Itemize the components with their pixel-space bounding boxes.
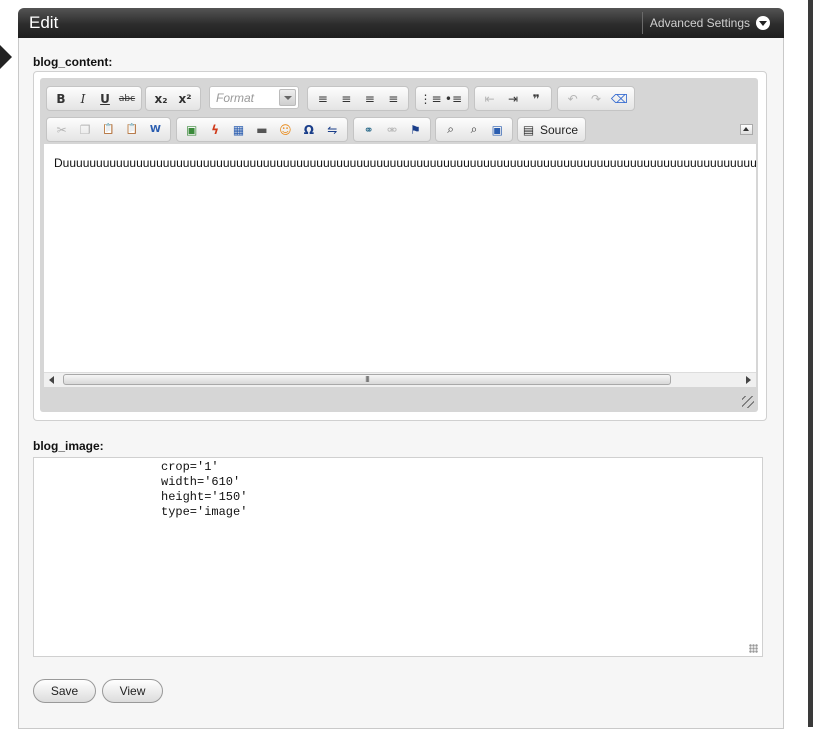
find-button[interactable]: ⌕	[439, 119, 462, 140]
link-button[interactable]: ⚭	[357, 119, 380, 140]
special-char-button[interactable]: Ω	[297, 119, 320, 140]
editor-content-text: Duuuuuuuuuuuuuuuuuuuuuuuuuuuuuuuuuuuuuuu…	[54, 156, 756, 170]
anchor-button[interactable]: ⚑	[404, 119, 427, 140]
advanced-settings-label: Advanced Settings	[649, 16, 750, 30]
paste-text-button[interactable]: 📋	[120, 119, 143, 140]
justify-button[interactable]: ≡	[382, 88, 406, 109]
select-all-button[interactable]: ▣	[486, 119, 509, 140]
align-left-button[interactable]: ≡	[311, 88, 335, 109]
toolbar-group-blocks: ⇤ ⇥ ❞	[474, 86, 552, 111]
paste-word-button[interactable]: W	[144, 119, 167, 140]
bullet-list-button[interactable]: •≡	[442, 88, 465, 109]
italic-button[interactable]: I	[72, 88, 94, 109]
save-button[interactable]: Save	[33, 679, 96, 703]
toolbar-group-basic-styles: B I U abc	[46, 86, 142, 111]
textarea-resize-handle[interactable]	[749, 644, 758, 653]
blog-image-label: blog_image:	[33, 439, 104, 453]
blog-content-label: blog_content:	[33, 55, 113, 69]
numbered-list-button[interactable]: ⋮≡	[419, 88, 442, 109]
toolbar-group-undo: ↶ ↷ ⌫	[557, 86, 635, 111]
redo-button[interactable]: ↷	[584, 88, 607, 109]
toolbar-group-insert: ▣ ϟ ▦ ▬ ☺ Ω ⇋	[176, 117, 348, 142]
chevron-down-icon[interactable]	[279, 89, 296, 106]
align-right-button[interactable]: ≡	[358, 88, 382, 109]
chevron-down-icon	[756, 16, 770, 30]
scrollbar-thumb[interactable]: III	[63, 374, 671, 385]
panel-header: Edit Advanced Settings	[18, 8, 784, 38]
selection-pointer-arrow-icon	[0, 45, 12, 69]
collapse-toolbar-button[interactable]	[740, 124, 753, 135]
indent-button[interactable]: ⇥	[501, 88, 524, 109]
superscript-button[interactable]: x²	[173, 88, 197, 109]
align-center-button[interactable]: ≡	[335, 88, 359, 109]
blog-image-textarea[interactable]: crop='1' width='610' height='150' type='…	[33, 457, 763, 657]
rich-text-editor: B I U abc x₂ x² Format ≡ ≡ ≡ ≡ ⋮≡ •≡ ⇤ ⇥…	[33, 71, 767, 421]
remove-format-button[interactable]: ⌫	[608, 88, 631, 109]
blockquote-button[interactable]: ❞	[525, 88, 548, 109]
horizontal-rule-button[interactable]: ▬	[250, 119, 273, 140]
toolbar-group-clipboard: ✂ ❐ 📋 📋 W	[46, 117, 171, 142]
copy-button[interactable]: ❐	[73, 119, 96, 140]
strikethrough-button[interactable]: abc	[116, 88, 138, 109]
unlink-button[interactable]: ⚮	[380, 119, 403, 140]
document-icon: ▤	[522, 122, 535, 137]
toolbar-group-alignment: ≡ ≡ ≡ ≡	[307, 86, 409, 111]
replace-button[interactable]: ⌕	[462, 119, 485, 140]
paste-button[interactable]: 📋	[97, 119, 120, 140]
outdent-button[interactable]: ⇤	[478, 88, 501, 109]
view-button[interactable]: View	[102, 679, 163, 703]
toolbar-group-links: ⚭ ⚮ ⚑	[353, 117, 431, 142]
format-placeholder: Format	[216, 91, 255, 105]
cut-button[interactable]: ✂	[50, 119, 73, 140]
header-divider	[642, 12, 643, 34]
table-button[interactable]: ▦	[227, 119, 250, 140]
editor-content-area[interactable]: Duuuuuuuuuuuuuuuuuuuuuuuuuuuuuuuuuuuuuuu…	[44, 144, 756, 372]
page-break-button[interactable]: ⇋	[321, 119, 344, 140]
editor-resize-handle[interactable]	[742, 396, 754, 408]
panel-title: Edit	[29, 13, 59, 32]
blog-image-value: crop='1' width='610' height='150' type='…	[161, 460, 248, 519]
editor-chrome: B I U abc x₂ x² Format ≡ ≡ ≡ ≡ ⋮≡ •≡ ⇤ ⇥…	[40, 78, 758, 412]
smiley-button[interactable]: ☺	[274, 119, 297, 140]
window-edge	[808, 0, 813, 727]
format-select[interactable]: Format	[209, 86, 299, 109]
source-button[interactable]: ▤ Source	[517, 117, 586, 142]
flash-button[interactable]: ϟ	[203, 119, 226, 140]
advanced-settings-toggle[interactable]: Advanced Settings	[650, 16, 770, 30]
scroll-left-arrow-icon[interactable]	[49, 376, 54, 384]
underline-button[interactable]: U	[94, 88, 116, 109]
toolbar-group-lists: ⋮≡ •≡	[415, 86, 469, 111]
undo-button[interactable]: ↶	[561, 88, 584, 109]
source-label: Source	[539, 122, 578, 137]
image-button[interactable]: ▣	[180, 119, 203, 140]
scroll-right-arrow-icon[interactable]	[746, 376, 751, 384]
bold-button[interactable]: B	[50, 88, 72, 109]
toolbar-group-find: ⌕ ⌕ ▣	[435, 117, 513, 142]
scrollbar-grip: III	[365, 375, 370, 384]
horizontal-scrollbar[interactable]: III	[44, 372, 756, 387]
edit-panel: Edit Advanced Settings blog_content: B I…	[18, 8, 784, 729]
toolbar-group-script: x₂ x²	[145, 86, 201, 111]
subscript-button[interactable]: x₂	[149, 88, 173, 109]
